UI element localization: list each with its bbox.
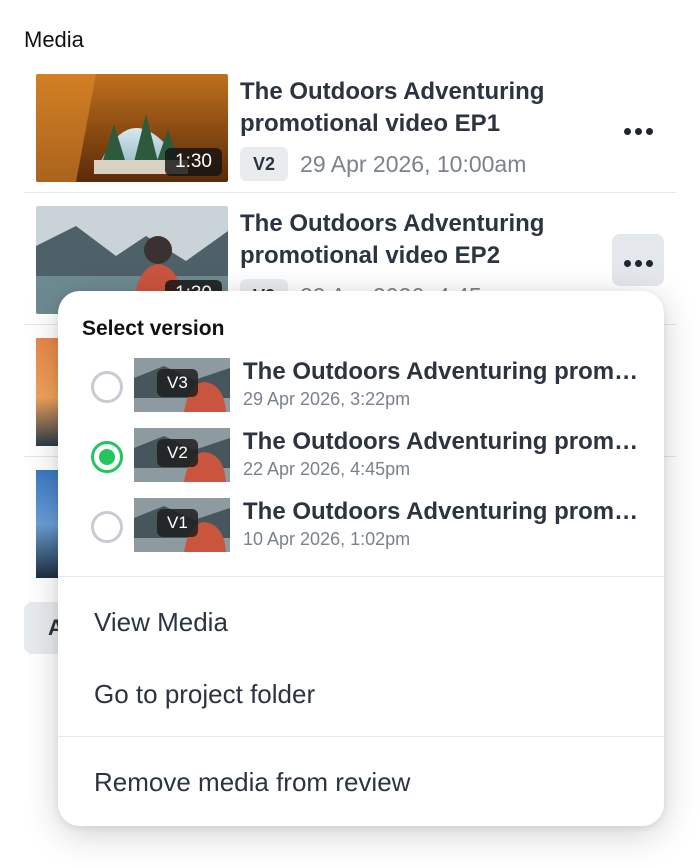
view-media-menu-item[interactable]: View Media	[94, 607, 228, 638]
version-thumbnail: V1	[134, 498, 230, 552]
version-thumbnail: V2	[134, 428, 230, 482]
video-duration: 1:30	[165, 148, 222, 176]
ellipsis-icon	[622, 114, 655, 142]
media-item[interactable]: 1:30 The Outdoors Adventuring promotiona…	[24, 72, 676, 204]
version-badge: V2	[240, 147, 289, 181]
version-label: V3	[157, 369, 198, 397]
version-label: V2	[157, 439, 198, 467]
menu-divider	[58, 576, 664, 577]
version-menu: Select version V3 The Outdoors Adventuri…	[58, 291, 664, 826]
media-title[interactable]: The Outdoors Adventuring promotional vid…	[240, 76, 610, 140]
menu-heading: Select version	[82, 317, 225, 340]
version-title: The Outdoors Adventuring promotional vid…	[243, 358, 643, 385]
media-date: 29 Apr 2026, 10:00am	[300, 150, 527, 177]
version-option[interactable]: V1 The Outdoors Adventuring promotional …	[58, 498, 664, 558]
more-options-button[interactable]	[612, 234, 664, 286]
radio-button[interactable]	[91, 511, 123, 543]
remove-media-menu-item[interactable]: Remove media from review	[94, 767, 410, 798]
ellipsis-icon	[622, 246, 655, 274]
go-to-project-folder-menu-item[interactable]: Go to project folder	[94, 679, 315, 710]
version-date: 22 Apr 2026, 4:45pm	[243, 459, 411, 479]
media-title[interactable]: The Outdoors Adventuring promotional vid…	[240, 208, 610, 272]
divider	[24, 192, 676, 193]
version-title: The Outdoors Adventuring promotional vid…	[243, 428, 643, 455]
version-date: 29 Apr 2026, 3:22pm	[243, 389, 411, 409]
section-title: Media	[24, 27, 84, 52]
more-options-button[interactable]	[612, 102, 664, 154]
video-thumbnail[interactable]	[36, 338, 58, 446]
version-option[interactable]: V3 The Outdoors Adventuring promotional …	[58, 358, 664, 418]
video-thumbnail[interactable]: 1:30	[36, 74, 228, 182]
version-title: The Outdoors Adventuring promotional vid…	[243, 498, 643, 525]
version-date: 10 Apr 2026, 1:02pm	[243, 529, 411, 549]
version-option[interactable]: V2 The Outdoors Adventuring promotional …	[58, 428, 664, 488]
version-thumbnail: V3	[134, 358, 230, 412]
radio-button-checked[interactable]	[91, 441, 123, 473]
video-thumbnail[interactable]	[36, 470, 58, 578]
version-label: V1	[157, 509, 198, 537]
menu-divider	[58, 736, 664, 737]
radio-button[interactable]	[91, 371, 123, 403]
